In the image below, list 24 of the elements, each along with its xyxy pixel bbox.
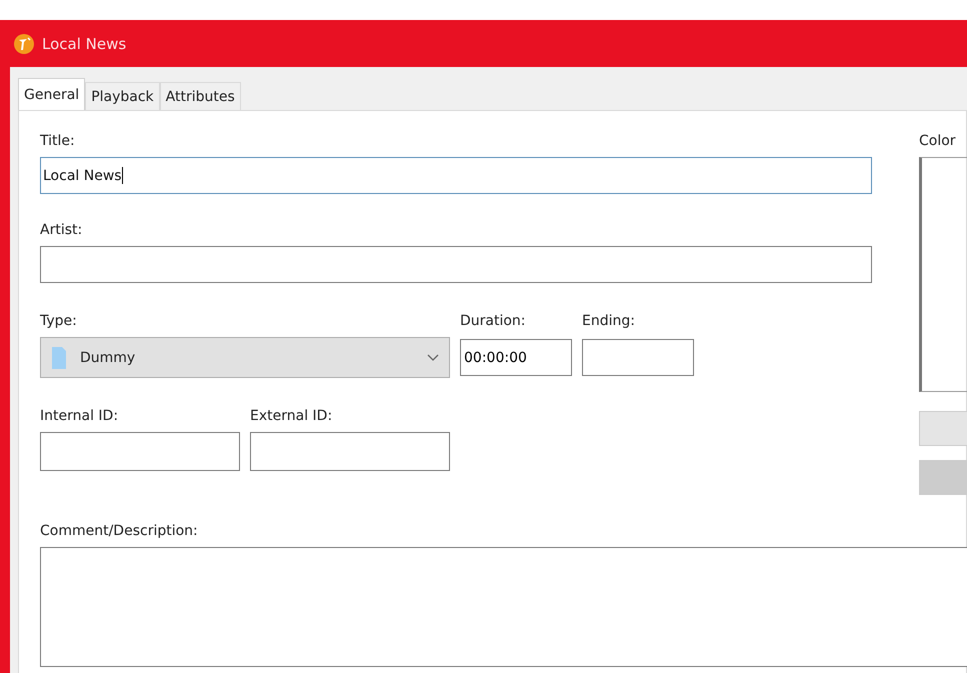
field-label: Title: [40, 133, 76, 149]
field-label: Type: [40, 313, 78, 329]
type-dropdown[interactable]: Dummy [40, 337, 450, 378]
window-title: Local News [42, 34, 126, 52]
field-label: Artist: [40, 222, 84, 238]
tab[interactable]: General [18, 78, 86, 110]
external-id-field[interactable] [250, 432, 450, 471]
app-logo-icon [14, 34, 34, 54]
field-label: Internal ID: [40, 408, 120, 424]
internal-id-field[interactable] [40, 432, 240, 471]
comment-field[interactable] [40, 547, 967, 667]
field-label: Comment/Description: [40, 523, 199, 539]
artist-field[interactable] [40, 246, 872, 283]
ending-field[interactable] [582, 339, 694, 376]
title-field[interactable]: Local News [40, 157, 872, 194]
chevron-down-icon [427, 354, 439, 362]
file-icon [52, 346, 66, 368]
color-label: Color [919, 133, 957, 149]
tab[interactable]: Playback [85, 82, 160, 110]
tab[interactable]: Attributes [160, 82, 241, 110]
field-label: Ending: [582, 313, 636, 329]
duration-field[interactable]: 00:00:00 [460, 339, 572, 376]
field-label: Duration: [460, 313, 527, 329]
field-label: External ID: [250, 408, 334, 424]
